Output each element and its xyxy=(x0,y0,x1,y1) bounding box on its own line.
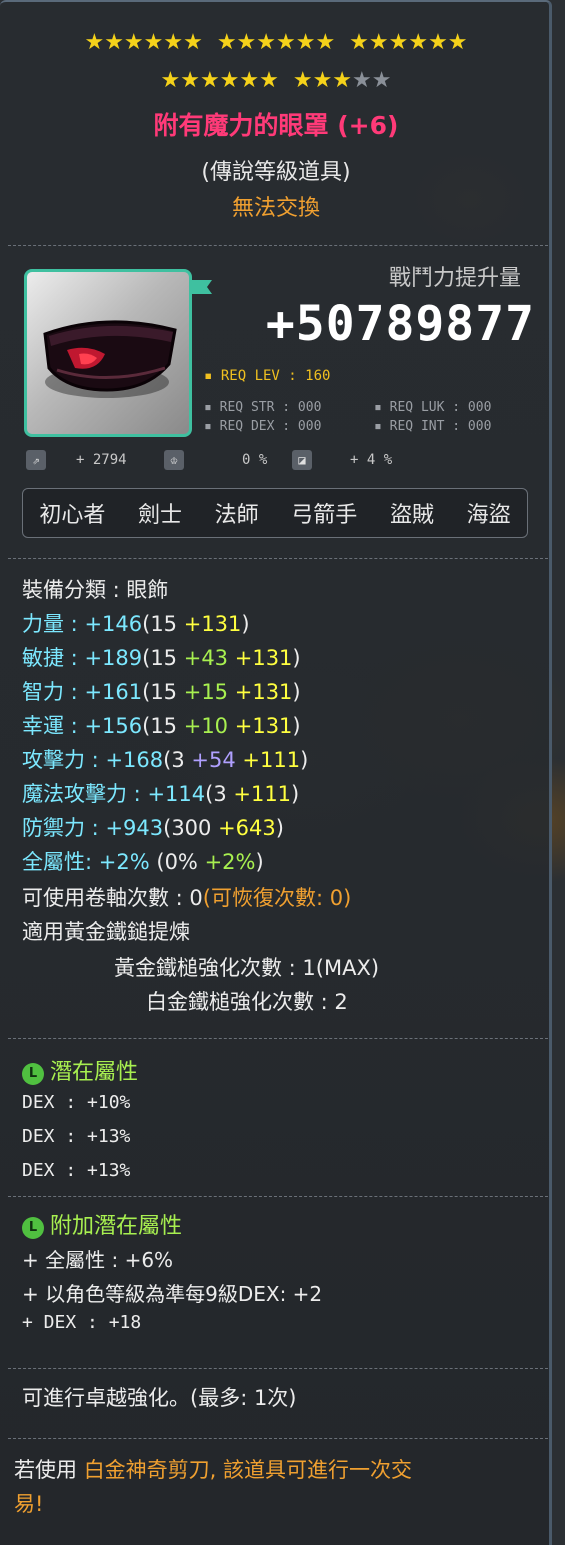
potential-grade-icon: L xyxy=(22,1063,44,1085)
crown-icon: ♔ xyxy=(164,450,184,470)
star-group: ★★★★★★ xyxy=(84,30,203,55)
stat-luk: 幸運 : +156(15 +10 +131) xyxy=(22,714,301,738)
meta-percent: 0 % xyxy=(242,452,268,468)
req-dex: REQ DEX : 000 xyxy=(204,419,322,434)
platinum-hammer-count: 白金鐵槌強化次數 : 2 xyxy=(146,990,348,1014)
item-meta-row: ⇗ + 2794 ♔ 0 % ◪ + 4 % xyxy=(24,450,544,476)
stat-att: 攻擊力 : +168(3 +54 +111) xyxy=(22,748,309,772)
job-magician: 法師 xyxy=(214,503,259,528)
item-tooltip: ★★★★★★ ★★★★★★ ★★★★★★ ★★★★★★ ★★★★★ 附有魔力的眼罩 (… xyxy=(0,0,552,1545)
divider xyxy=(8,1038,548,1039)
item-name: 附有魔力的眼罩 (+6) xyxy=(153,111,399,140)
transcend-info: 可進行卓越強化。(最多: 1次) xyxy=(22,1386,297,1410)
potential-line: DEX : +13% xyxy=(22,1160,131,1181)
req-str: REQ STR : 000 xyxy=(204,400,322,415)
stat-all: 全屬性: +2% (0% +2%) xyxy=(22,850,264,874)
karma-scissors-info-line2: 易! xyxy=(14,1492,44,1516)
bonus-potential-title: 附加潛在屬性 xyxy=(50,1214,183,1239)
trade-status: 無法交換 xyxy=(231,196,320,221)
starforce-row-1: ★★★★★★ ★★★★★★ ★★★★★★ xyxy=(0,30,552,55)
karma-scissors-info: 若使用 白金神奇剪刀, 該道具可進行一次交 xyxy=(14,1458,413,1482)
divider xyxy=(8,245,548,246)
potential-header: L 潛在屬性 xyxy=(22,1054,138,1086)
star-group: ★★★★★★ xyxy=(216,30,336,55)
potential-title: 潛在屬性 xyxy=(50,1060,139,1085)
req-luk: REQ LUK : 000 xyxy=(374,400,492,415)
job-beginner: 初心者 xyxy=(39,503,106,528)
bonus-potential-grade-icon: L xyxy=(22,1217,44,1239)
divider xyxy=(8,1196,548,1197)
req-level: REQ LEV : 160 xyxy=(204,368,331,384)
job-warrior: 劍士 xyxy=(137,503,182,528)
flag-icon xyxy=(192,280,212,294)
potential-line: DEX : +10% xyxy=(22,1092,131,1113)
bonus-potential-header: L 附加潛在屬性 xyxy=(22,1208,182,1240)
job-thief: 盜賊 xyxy=(389,503,434,528)
bonus-potential-line: + DEX : +18 xyxy=(22,1312,142,1333)
meta-bonus: + 4 % xyxy=(350,452,393,468)
item-icon-frame xyxy=(24,269,192,437)
power-label: 戰鬥力提升量 xyxy=(388,266,521,291)
star-group: ★★★★★★ xyxy=(349,30,468,55)
gold-hammer-count: 黃金鐵槌強化次數 : 1(MAX) xyxy=(114,956,380,980)
equip-category: 裝備分類 : 眼飾 xyxy=(22,578,169,602)
potential-line: DEX : +13% xyxy=(22,1126,131,1147)
stat-str: 力量 : +146(15 +131) xyxy=(22,612,250,636)
stat-def: 防禦力 : +943(300 +643) xyxy=(22,816,284,840)
divider xyxy=(8,1368,548,1369)
job-requirements: 初心者 劍士 法師 弓箭手 盜賊 海盜 xyxy=(22,488,528,538)
stat-dex: 敏捷 : +189(15 +43 +131) xyxy=(22,646,301,670)
job-bowman: 弓箭手 xyxy=(291,503,358,528)
bonus-potential-line: + 以角色等級為準每9級DEX: +2 xyxy=(22,1282,323,1306)
upgrade-icon: ⇗ xyxy=(26,450,46,470)
stat-int: 智力 : +161(15 +15 +131) xyxy=(22,680,301,704)
star-group: ★★★ xyxy=(292,68,353,93)
scroll-count: 可使用卷軸次數 : 0(可恢復次數: 0) xyxy=(22,886,352,910)
job-pirate: 海盜 xyxy=(466,503,511,528)
eye-patch-icon xyxy=(43,320,177,398)
divider xyxy=(8,558,548,559)
power-value: +50789877 xyxy=(265,296,535,352)
starforce-row-2: ★★★★★★ ★★★★★ xyxy=(0,68,552,93)
item-grade: (傳說等級道具) xyxy=(201,160,351,185)
divider xyxy=(8,1438,548,1439)
stat-matt: 魔法攻擊力 : +114(3 +111) xyxy=(22,782,300,806)
star-group: ★★★★★★ xyxy=(160,68,279,93)
shield-icon: ◪ xyxy=(292,450,312,470)
star-group-empty: ★★ xyxy=(352,68,392,93)
req-int: REQ INT : 000 xyxy=(374,419,492,434)
meta-count: + 2794 xyxy=(76,452,127,468)
bonus-potential-line: + 全屬性 : +6% xyxy=(22,1248,174,1272)
hammer-apply: 適用黃金鐵鎚提煉 xyxy=(22,920,190,944)
